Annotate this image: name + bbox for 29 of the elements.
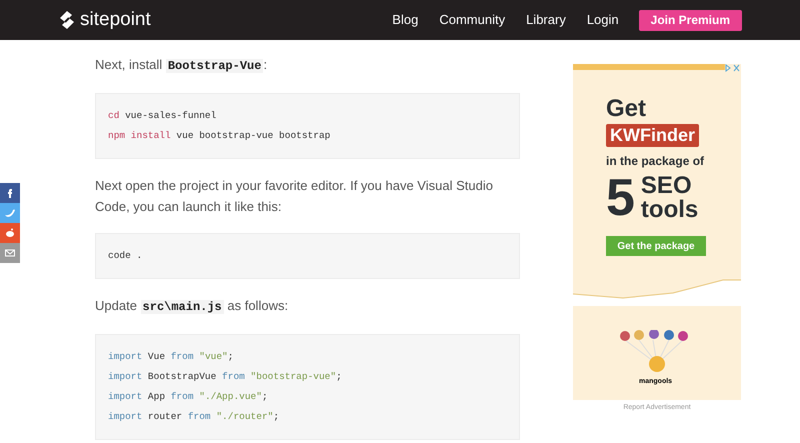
code-line: cd vue-sales-funnel [108,109,218,123]
reddit-icon [4,227,16,239]
ad-headline: Get [606,96,646,122]
ad-subtitle: in the package of [606,153,704,170]
join-premium-button[interactable]: Join Premium [638,10,742,30]
code-line: import BootstrapVue from "bootstrap-vue"; [108,370,343,384]
logo-icon [58,10,76,30]
ad-word: SEO [640,174,693,198]
nav-link[interactable]: Library [526,10,566,30]
code-line: npm install vue bootstrap-vue bootstrap [108,129,332,143]
logo-text[interactable]: sitepoint [80,6,151,34]
nav-link[interactable]: Community [439,10,506,30]
code-line: import App from "./App.vue"; [108,390,269,404]
product-tag: KWFinder [606,124,699,147]
code-line: import Vue from "vue"; [108,350,234,364]
ad-number: 5 [606,170,635,226]
email-icon [4,247,16,259]
share-button[interactable] [0,243,20,263]
share-button[interactable] [0,183,20,203]
nav-link[interactable]: Login [586,10,619,30]
paragraph: Next open the project in your favorite editor. If you have Visual Studio Code, you can launch it like this: [95,177,494,216]
ad-word: tools [640,198,698,222]
ad-choices-icon[interactable] [724,64,740,72]
nav-link[interactable]: Blog [392,10,418,30]
code-line: import router from "./router"; [108,410,280,424]
code-line: code . [108,249,144,263]
paragraph: Update src\main.js as follows: [95,297,290,316]
share-button[interactable] [0,223,20,243]
paragraph: Next, install Bootstrap-Vue: [95,56,268,75]
